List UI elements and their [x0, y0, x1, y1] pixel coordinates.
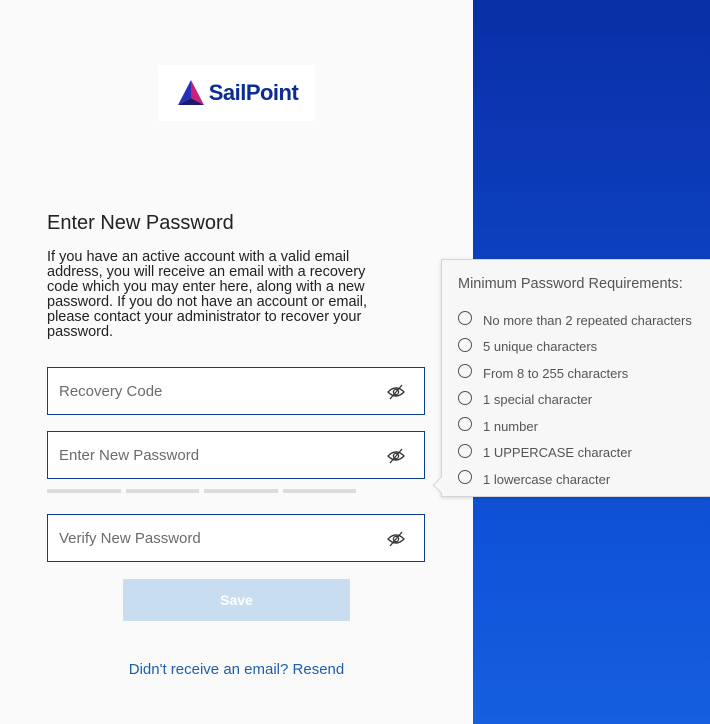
logo-text: SailPoint — [208, 80, 299, 105]
requirement-item: From 8 to 255 characters — [458, 360, 692, 387]
password-strength-segment — [283, 489, 356, 493]
requirements-title: Minimum Password Requirements: — [458, 276, 683, 292]
requirement-label: 1 UPPERCASE character — [483, 445, 632, 461]
eye-slash-icon[interactable] — [386, 446, 406, 466]
password-strength-segment — [47, 489, 121, 493]
requirement-item: 1 UPPERCASE character — [458, 440, 692, 467]
radio-empty-icon — [458, 311, 472, 326]
recovery-code-field — [47, 367, 425, 415]
radio-empty-icon — [458, 337, 472, 352]
new-password-input[interactable] — [59, 446, 369, 464]
sailpoint-logo: SailPoint — [158, 65, 315, 121]
instructions-text: If you have an active account with a val… — [47, 249, 367, 340]
requirement-label: 5 unique characters — [483, 339, 598, 355]
radio-empty-icon — [458, 470, 472, 485]
requirement-label: From 8 to 255 characters — [483, 365, 629, 381]
radio-empty-icon — [458, 390, 472, 405]
requirement-label: 1 number — [483, 418, 538, 434]
requirement-label: 1 lowercase character — [483, 471, 611, 487]
requirement-label: 1 special character — [483, 392, 593, 408]
requirements-list: No more than 2 repeated characters 5 uni… — [458, 307, 692, 493]
verify-password-field — [47, 514, 425, 562]
login-panel: SailPoint Enter New Password If you have… — [0, 0, 473, 724]
eye-slash-icon[interactable] — [386, 382, 406, 402]
sailpoint-logo-icon — [177, 80, 204, 105]
password-requirements-popover: Minimum Password Requirements: No more t… — [432, 259, 710, 497]
requirement-item: 1 number — [458, 413, 692, 440]
password-strength-segment — [204, 489, 278, 493]
requirement-label: No more than 2 repeated characters — [483, 312, 692, 328]
verify-password-input[interactable] — [59, 529, 369, 547]
radio-empty-icon — [458, 417, 472, 432]
radio-empty-icon — [458, 443, 472, 458]
save-button[interactable]: Save — [123, 579, 350, 621]
requirement-item: No more than 2 repeated characters — [458, 307, 692, 334]
recovery-code-input[interactable] — [59, 382, 369, 400]
password-strength-segment — [126, 489, 199, 493]
new-password-field — [47, 431, 425, 479]
resend-link[interactable]: Didn't receive an email? Resend — [0, 661, 473, 678]
requirement-item: 5 unique characters — [458, 334, 692, 361]
requirement-item: 1 lowercase character — [458, 466, 692, 493]
radio-empty-icon — [458, 364, 472, 379]
requirement-item: 1 special character — [458, 387, 692, 414]
eye-slash-icon[interactable] — [386, 529, 406, 549]
page-title: Enter New Password — [47, 212, 234, 234]
